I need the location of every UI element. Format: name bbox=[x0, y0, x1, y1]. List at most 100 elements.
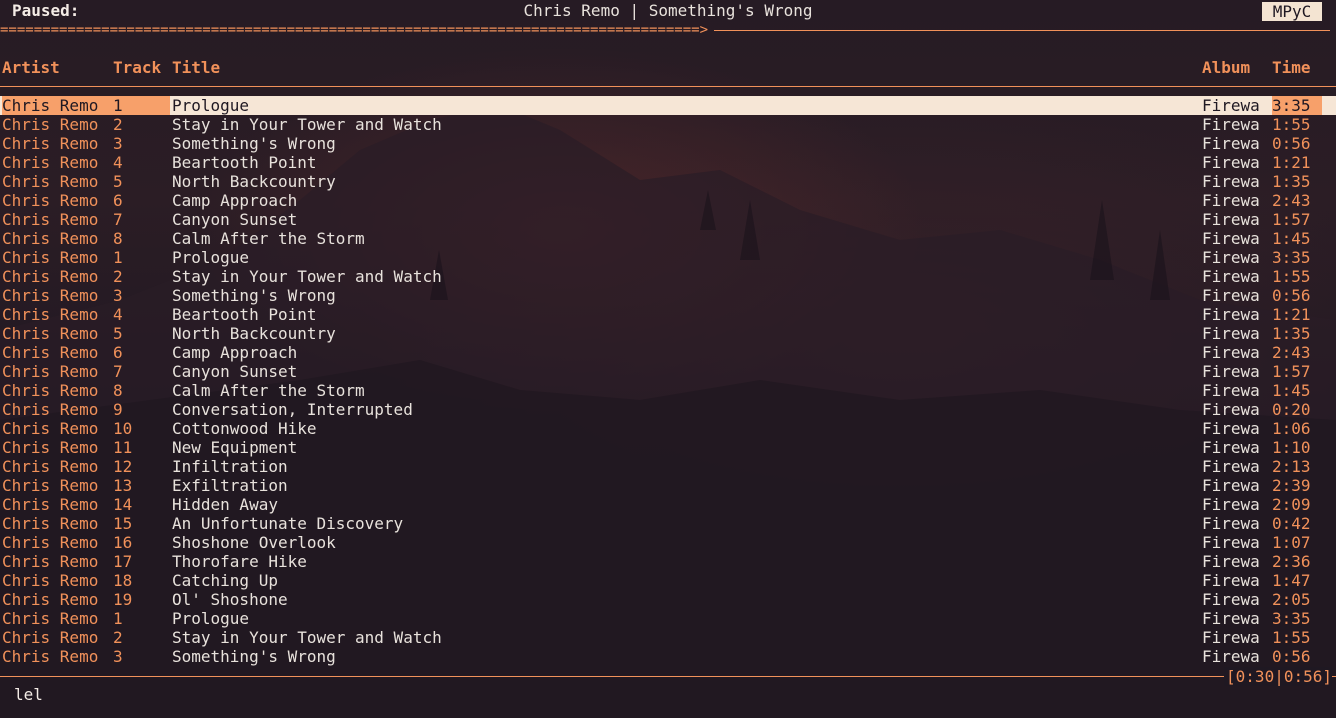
track-album: Firewa bbox=[1202, 438, 1260, 457]
track-title: Prologue bbox=[172, 248, 250, 267]
track-time: 2:43 bbox=[1272, 343, 1311, 362]
track-artist: Chris Remo bbox=[2, 210, 99, 229]
track-row[interactable]: Chris Remo 6 Camp Approach Firewa 2:43 bbox=[0, 343, 1336, 362]
column-header-album[interactable]: Album bbox=[1202, 58, 1250, 77]
progress-bar-track bbox=[714, 30, 1330, 31]
track-title: Prologue bbox=[172, 609, 250, 628]
track-time: 1:07 bbox=[1272, 533, 1311, 552]
column-header-time[interactable]: Time bbox=[1272, 58, 1311, 77]
track-row[interactable]: Chris Remo 1 Prologue Firewa 3:35 bbox=[0, 248, 1336, 267]
command-line-input[interactable]: lel bbox=[14, 685, 43, 704]
track-row[interactable]: Chris Remo 8 Calm After the Storm Firewa 1:4… bbox=[0, 381, 1336, 400]
track-row[interactable]: Chris Remo 2 Stay in Your Tower and Watch F… bbox=[0, 628, 1336, 647]
track-artist: Chris Remo bbox=[2, 476, 99, 495]
track-number: 15 bbox=[113, 514, 133, 533]
column-header-title[interactable]: Title bbox=[172, 58, 220, 77]
track-row[interactable]: Chris Remo 6 Camp Approach Firewa 2:43 bbox=[0, 191, 1336, 210]
track-artist: Chris Remo bbox=[2, 552, 99, 571]
track-row[interactable]: Chris Remo 4 Beartooth Point Firewa 1:21 bbox=[0, 305, 1336, 324]
track-title: Catching Up bbox=[172, 571, 278, 590]
track-number: 6 bbox=[113, 343, 123, 362]
column-header-artist[interactable]: Artist bbox=[2, 58, 60, 77]
track-title: Calm After the Storm bbox=[172, 381, 365, 400]
track-time: 0:20 bbox=[1272, 400, 1311, 419]
track-row[interactable]: Chris Remo 5 North Backcountry Firewa 1:35 bbox=[0, 324, 1336, 343]
track-artist: Chris Remo bbox=[2, 286, 99, 305]
track-number: 2 bbox=[113, 267, 123, 286]
track-row[interactable]: Chris Remo 14 Hidden Away Firewa 2:09 bbox=[0, 495, 1336, 514]
track-row-selected[interactable]: Chris Remo 1 Prologue Firewa 3:35 bbox=[0, 96, 1336, 115]
track-time: 3:35 bbox=[1272, 248, 1311, 267]
track-album: Firewa bbox=[1202, 210, 1260, 229]
track-artist: Chris Remo bbox=[2, 628, 99, 647]
track-row[interactable]: Chris Remo 8 Calm After the Storm Firewa 1:4… bbox=[0, 229, 1336, 248]
track-number: 8 bbox=[113, 229, 123, 248]
column-header-track[interactable]: Track bbox=[113, 58, 161, 77]
track-artist: Chris Remo bbox=[2, 229, 99, 248]
track-title: Beartooth Point bbox=[172, 153, 317, 172]
track-row[interactable]: Chris Remo 15 An Unfortunate Discovery Fire… bbox=[0, 514, 1336, 533]
track-number: 2 bbox=[113, 628, 123, 647]
track-row[interactable]: Chris Remo 9 Conversation, Interrupted Fire… bbox=[0, 400, 1336, 419]
track-time: 2:36 bbox=[1272, 552, 1311, 571]
track-time: 1:10 bbox=[1272, 438, 1311, 457]
track-artist: Chris Remo bbox=[2, 419, 99, 438]
track-row[interactable]: Chris Remo 2 Stay in Your Tower and Watch F… bbox=[0, 115, 1336, 134]
track-number: 3 bbox=[113, 647, 123, 666]
track-album: Firewa bbox=[1202, 571, 1260, 590]
track-number: 14 bbox=[113, 495, 133, 514]
track-row[interactable]: Chris Remo 18 Catching Up Firewa 1:47 bbox=[0, 571, 1336, 590]
track-artist: Chris Remo bbox=[2, 248, 99, 267]
track-row[interactable]: Chris Remo 3 Something's Wrong Firewa 0:56 bbox=[0, 647, 1336, 666]
track-album: Firewa bbox=[1202, 609, 1260, 628]
track-row[interactable]: Chris Remo 5 North Backcountry Firewa 1:35 bbox=[0, 172, 1336, 191]
track-title: Calm After the Storm bbox=[172, 229, 365, 248]
track-row[interactable]: Chris Remo 11 New Equipment Firewa 1:10 bbox=[0, 438, 1336, 457]
track-time: 3:35 bbox=[1272, 609, 1311, 628]
track-number: 9 bbox=[113, 400, 123, 419]
track-album: Firewa bbox=[1202, 115, 1260, 134]
track-title: Camp Approach bbox=[172, 343, 298, 362]
track-number: 1 bbox=[113, 609, 123, 628]
track-artist: Chris Remo bbox=[2, 571, 99, 590]
track-number: 4 bbox=[113, 153, 123, 172]
track-number: 3 bbox=[113, 134, 123, 153]
track-artist: Chris Remo bbox=[2, 172, 99, 191]
track-row[interactable]: Chris Remo 3 Something's Wrong Firewa 0:56 bbox=[0, 286, 1336, 305]
progress-bar[interactable]: ========================================… bbox=[0, 22, 1336, 38]
track-row[interactable]: Chris Remo 12 Infiltration Firewa 2:13 bbox=[0, 457, 1336, 476]
track-row[interactable]: Chris Remo 7 Canyon Sunset Firewa 1:57 bbox=[0, 210, 1336, 229]
track-album: Firewa bbox=[1202, 552, 1260, 571]
track-time: 1:55 bbox=[1272, 267, 1311, 286]
track-album: Firewa bbox=[1202, 324, 1260, 343]
track-artist: Chris Remo bbox=[2, 267, 99, 286]
track-row[interactable]: Chris Remo 7 Canyon Sunset Firewa 1:57 bbox=[0, 362, 1336, 381]
track-time: 1:47 bbox=[1272, 571, 1311, 590]
track-row[interactable]: Chris Remo 3 Something's Wrong Firewa 0:56 bbox=[0, 134, 1336, 153]
track-title: Stay in Your Tower and Watch bbox=[172, 628, 442, 647]
track-album: Firewa bbox=[1202, 495, 1260, 514]
track-time: 2:09 bbox=[1272, 495, 1311, 514]
track-number: 17 bbox=[113, 552, 133, 571]
track-row[interactable]: Chris Remo 2 Stay in Your Tower and Watch F… bbox=[0, 267, 1336, 286]
track-time: 0:56 bbox=[1272, 647, 1311, 666]
track-time: 0:56 bbox=[1272, 286, 1311, 305]
track-album: Firewa bbox=[1202, 457, 1260, 476]
track-time: 2:05 bbox=[1272, 590, 1311, 609]
track-artist: Chris Remo bbox=[2, 134, 99, 153]
track-artist: Chris Remo bbox=[2, 343, 99, 362]
track-time: 1:45 bbox=[1272, 229, 1311, 248]
track-row[interactable]: Chris Remo 19 Ol' Shoshone Firewa 2:05 bbox=[0, 590, 1336, 609]
track-row[interactable]: Chris Remo 17 Thorofare Hike Firewa 2:36 bbox=[0, 552, 1336, 571]
track-number: 13 bbox=[113, 476, 133, 495]
track-number: 1 bbox=[113, 248, 123, 267]
track-time: 2:43 bbox=[1272, 191, 1311, 210]
track-row[interactable]: Chris Remo 1 Prologue Firewa 3:35 bbox=[0, 609, 1336, 628]
track-album: Firewa bbox=[1202, 172, 1260, 191]
track-row[interactable]: Chris Remo 13 Exfiltration Firewa 2:39 bbox=[0, 476, 1336, 495]
track-row[interactable]: Chris Remo 4 Beartooth Point Firewa 1:21 bbox=[0, 153, 1336, 172]
track-row[interactable]: Chris Remo 16 Shoshone Overlook Firewa 1:07 bbox=[0, 533, 1336, 552]
track-row[interactable]: Chris Remo 10 Cottonwood Hike Firewa 1:06 bbox=[0, 419, 1336, 438]
track-album: Firewa bbox=[1202, 191, 1260, 210]
track-number: 12 bbox=[113, 457, 133, 476]
